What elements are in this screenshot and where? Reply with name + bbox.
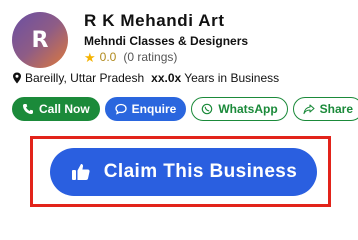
share-button[interactable]: Share [292, 97, 358, 121]
rating-value: 0.0 [99, 50, 117, 64]
years-value: xx.0x [151, 71, 182, 85]
call-now-button[interactable]: Call Now [12, 97, 100, 121]
whatsapp-button[interactable]: WhatsApp [191, 97, 288, 121]
business-tagline: Mehndi Classes & Designers [84, 34, 249, 48]
business-avatar: R [12, 12, 68, 68]
location-row: Bareilly, Uttar Pradesh xx.0x Years in B… [12, 71, 279, 85]
location-text: Bareilly, Uttar Pradesh [25, 71, 145, 85]
share-label: Share [319, 102, 354, 116]
whatsapp-label: WhatsApp [218, 102, 278, 116]
share-arrow-icon [303, 104, 315, 115]
whatsapp-icon [202, 103, 213, 115]
rating-row: ★ 0.0 (0 ratings) [84, 50, 177, 64]
claim-highlight-box: Claim This Business [30, 136, 331, 207]
claim-business-button[interactable]: Claim This Business [50, 148, 317, 196]
thumbs-up-icon [71, 164, 90, 180]
enquire-label: Enquire [131, 102, 177, 116]
action-buttons: Call Now Enquire WhatsApp Share [12, 97, 358, 121]
enquire-button[interactable]: Enquire [104, 97, 187, 121]
years-suffix: Years in Business [184, 71, 280, 85]
claim-business-label: Claim This Business [103, 161, 298, 182]
phone-icon [23, 104, 33, 114]
map-pin-icon [13, 72, 21, 84]
business-name: R K Mehandi Art [84, 11, 225, 30]
chat-bubble-icon [115, 103, 127, 115]
avatar-initial: R [31, 27, 49, 53]
call-now-label: Call Now [39, 102, 90, 116]
star-icon: ★ [84, 49, 96, 65]
rating-count: (0 ratings) [123, 50, 178, 64]
